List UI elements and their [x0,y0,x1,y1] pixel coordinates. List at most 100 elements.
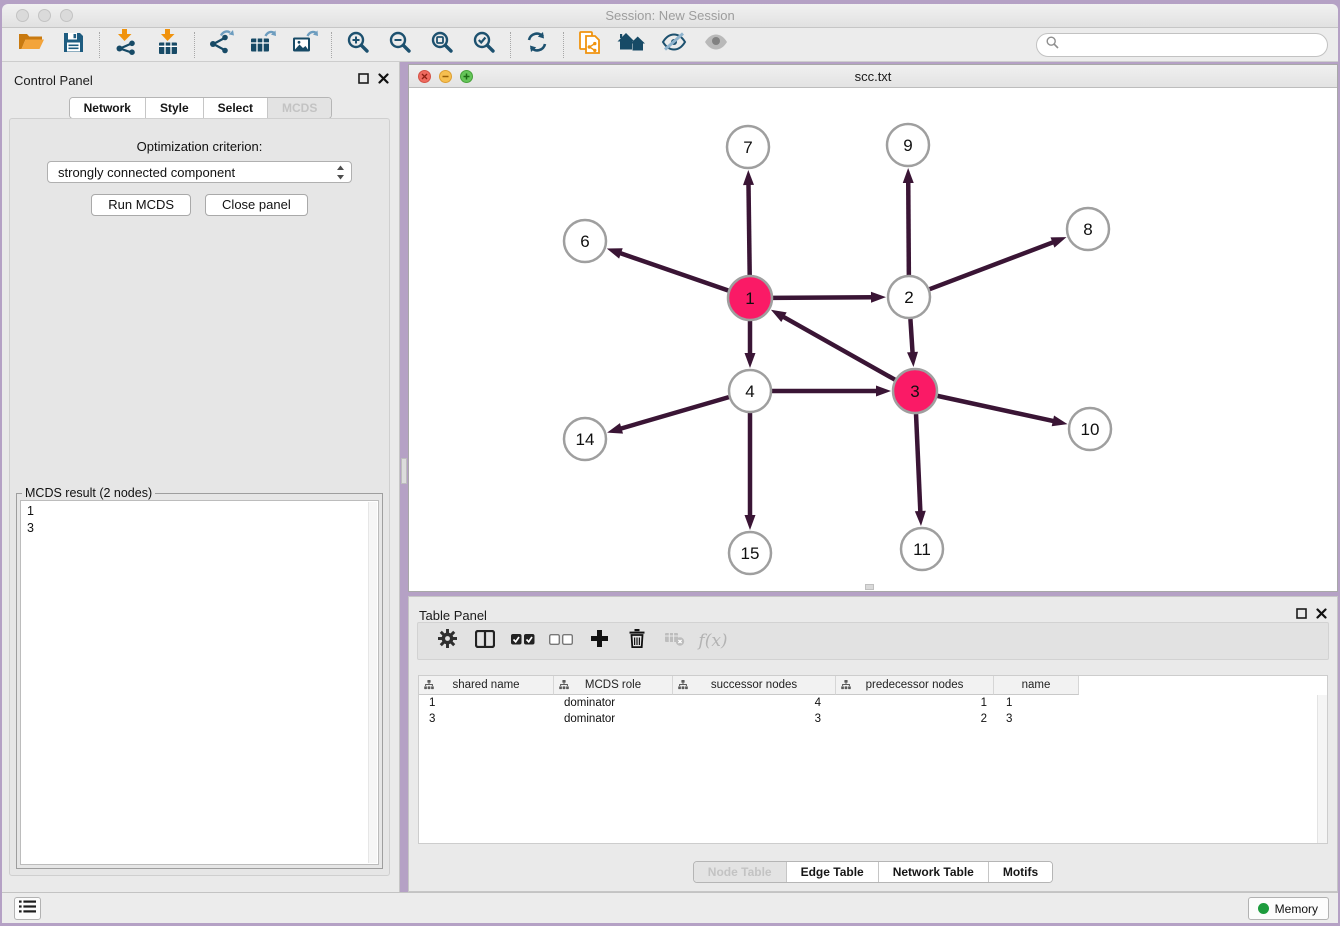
task-history-button[interactable] [14,897,41,920]
zoom-out-button[interactable] [379,30,421,60]
node-table: shared nameMCDS rolesuccessor nodesprede… [418,675,1328,844]
zoom-fit-button[interactable] [421,30,463,60]
table-cell[interactable]: 2 [836,713,994,725]
show-columns-button[interactable] [466,625,504,657]
unchecked-boxes-icon [549,632,573,650]
window-controls [16,9,73,22]
window-title: Session: New Session [605,8,734,23]
export-image-button[interactable] [284,30,326,60]
export-table-icon [250,29,276,60]
mcds-panel: Optimization criterion: strongly connect… [9,118,390,876]
table-body[interactable]: 1dominator4113dominator323 [419,695,1327,727]
minimize-window-button[interactable] [38,9,51,22]
memory-button[interactable]: Memory [1248,897,1329,920]
minimize-view-button[interactable] [439,70,452,86]
run-mcds-button[interactable]: Run MCDS [91,194,191,216]
show-all-button[interactable] [695,30,737,60]
graph-edge-1-2[interactable] [773,297,874,298]
graph-edge-2-9[interactable] [908,180,909,275]
apply-layout-button[interactable] [516,30,558,60]
graph-edge-2-8[interactable] [930,241,1056,289]
column-header-name[interactable]: name [994,676,1079,695]
export-table-button[interactable] [242,30,284,60]
close-panel-button[interactable]: Close panel [205,194,308,216]
tab-network[interactable]: Network [70,98,146,118]
home-view-button[interactable] [611,30,653,60]
graph-edge-2-3[interactable] [910,319,912,355]
tab-network-table[interactable]: Network Table [879,862,989,882]
table-cell[interactable]: dominator [554,697,673,709]
delete-row-button[interactable] [618,625,656,657]
tab-motifs[interactable]: Motifs [989,862,1052,882]
tab-node-table[interactable]: Node Table [694,862,787,882]
zoom-selected-button[interactable] [463,30,505,60]
search-input[interactable] [1064,35,1327,55]
table-settings-button[interactable] [428,625,466,657]
table-cell[interactable]: dominator [554,713,673,725]
save-session-button[interactable] [52,30,94,60]
zoom-in-button[interactable] [337,30,379,60]
result-scrollbar[interactable] [368,502,377,863]
homes-icon [617,31,647,58]
close-window-button[interactable] [16,9,29,22]
control-panel-header: Control Panel [14,71,389,89]
graph-edge-4-14[interactable] [619,397,729,429]
tab-mcds[interactable]: MCDS [268,98,331,118]
table-cell[interactable]: 1 [836,697,994,709]
criterion-dropdown[interactable]: strongly connected component [47,161,352,183]
graph-edge-1-6[interactable] [618,252,728,290]
network-canvas[interactable]: 7968124314101511 [409,89,1337,591]
hide-selected-button[interactable] [653,30,695,60]
graph-edge-arrowhead [607,423,623,434]
select-all-button[interactable] [504,625,542,657]
column-header-shared-name[interactable]: shared name [419,676,554,695]
zoom-window-button[interactable] [60,9,73,22]
toolbar-separator [99,32,100,58]
export-image-icon [292,29,318,60]
tab-select[interactable]: Select [204,98,268,118]
export-network-button[interactable] [200,30,242,60]
close-view-button[interactable] [418,70,431,86]
table-row[interactable]: 3dominator323 [419,711,1327,727]
network-resize-grip[interactable] [865,584,874,590]
import-table-button[interactable] [147,30,189,60]
function-builder-button[interactable]: f(x) [694,625,732,657]
graph-edge-arrowhead [745,515,756,530]
eye-slash-icon [661,32,687,57]
graph-edge-3-11[interactable] [916,414,920,514]
open-session-button[interactable] [10,30,52,60]
graph-edge-3-1[interactable] [781,316,895,380]
tab-edge-table[interactable]: Edge Table [787,862,879,882]
import-network-button[interactable] [105,30,147,60]
graph-edge-arrowhead [745,353,756,368]
column-header-MCDS-role[interactable]: MCDS role [554,676,673,695]
table-cell[interactable]: 3 [994,713,1079,725]
dropdown-arrows-icon [336,165,345,183]
panel-splitter-handle[interactable] [401,458,407,484]
table-cell[interactable]: 4 [673,697,836,709]
tab-style[interactable]: Style [146,98,204,118]
table-cell[interactable]: 3 [673,713,836,725]
graph-edge-1-7[interactable] [748,182,749,275]
table-row[interactable]: 1dominator411 [419,695,1327,711]
network-window-titlebar[interactable]: scc.txt [409,65,1337,88]
column-header-successor-nodes[interactable]: successor nodes [673,676,836,695]
column-header-predecessor-nodes[interactable]: predecessor nodes [836,676,994,695]
maximize-view-button[interactable] [460,70,473,86]
table-cell[interactable]: 3 [419,713,554,725]
close-panel-icon[interactable] [378,71,389,89]
table-cell[interactable]: 1 [994,697,1079,709]
delete-table-button[interactable] [656,625,694,657]
float-panel-icon[interactable] [358,71,369,89]
graph-node-label: 8 [1083,220,1092,239]
graph-edge-arrowhead [743,170,754,185]
add-row-button[interactable] [580,625,618,657]
graph-edge-3-10[interactable] [937,396,1055,422]
mcds-result-text[interactable]: 1 3 [20,500,379,865]
graph-edge-arrowhead [607,248,623,258]
table-scrollbar[interactable] [1317,695,1327,843]
deselect-all-button[interactable] [542,625,580,657]
clone-network-button[interactable] [569,30,611,60]
checked-boxes-icon [511,632,535,650]
table-cell[interactable]: 1 [419,697,554,709]
